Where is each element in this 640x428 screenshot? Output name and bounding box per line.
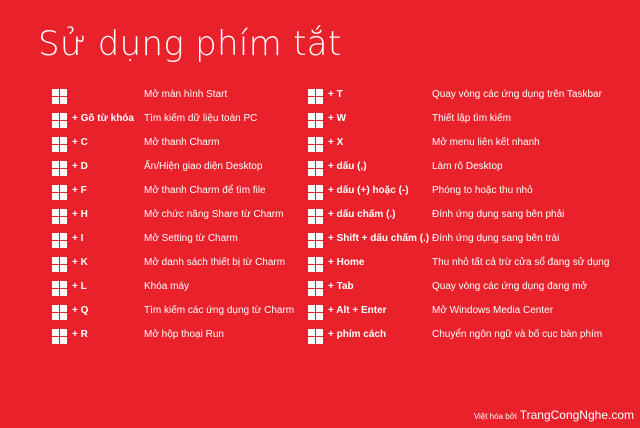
shortcut-row: + Q Tìm kiếm các ứng dụng từ Charm [52,302,352,326]
shortcut-key: + Gõ từ khóa [72,113,134,124]
shortcut-row: + Tab Quay vòng các ứng dụng đang mở [308,278,608,302]
windows-logo-icon [52,113,67,128]
credit-prefix: Việt hóa bởi [473,412,517,421]
shortcut-row: + Alt + Enter Mở Windows Media Center [308,302,608,326]
shortcut-description: Khóa máy [144,281,190,292]
windows-logo-icon [308,329,323,344]
credit: Việt hóa bởi TrangCongNghe.com [474,408,634,422]
shortcut-row: + W Thiết lập tìm kiếm [308,110,608,134]
right-shortcut-list: + T Quay vòng các ứng dụng trên Taskbar + … [308,86,610,350]
windows-logo-icon [308,89,323,104]
shortcut-row: + Home Thu nhỏ tất cả trừ cửa sổ đang sử … [308,254,610,278]
windows-logo-icon [52,329,67,344]
page-title: Sử dụng phím tắt [38,24,342,64]
shortcut-row: + X Mở menu liên kết nhanh [308,134,608,158]
shortcut-row: + K Mở danh sách thiết bị từ Charm [52,254,352,278]
shortcut-description: Tìm kiếm các ứng dụng từ Charm [144,305,295,316]
windows-logo-icon [52,209,67,224]
shortcut-description: Mở chức năng Share từ Charm [144,209,284,220]
shortcut-key: + I [72,233,84,244]
shortcut-key: + dấu (+) hoặc (-) [328,185,409,196]
shortcut-description: Chuyển ngôn ngữ và bố cục bàn phím [432,329,603,340]
shortcut-key: + L [72,281,87,292]
shortcut-row: + Gõ từ khóa Tìm kiếm dữ liệu toàn PC [52,110,352,134]
shortcut-description: Quay vòng các ứng dụng trên Taskbar [432,89,602,100]
shortcut-key: + phím cách [328,329,387,340]
windows-logo-icon [308,281,323,296]
shortcut-key: + Tab [328,281,354,292]
shortcut-key: + K [72,257,88,268]
shortcut-key: + D [72,161,88,172]
shortcut-row: + D Ẩn/Hiện giao diện Desktop [52,158,352,182]
shortcut-key: + C [72,137,88,148]
shortcut-key: + Shift + dấu chấm (.) [328,233,430,244]
windows-logo-icon [52,137,67,152]
windows-logo-icon [52,161,67,176]
shortcut-key: + T [328,89,343,100]
windows-logo-icon [52,233,67,248]
windows-logo-icon [52,89,67,104]
shortcut-key: + Alt + Enter [328,305,387,316]
windows-logo-icon [52,185,67,200]
shortcut-description: Mở danh sách thiết bị từ Charm [144,257,286,268]
shortcut-description: Mở thanh Charm để tìm file [144,185,266,196]
shortcut-description: Quay vòng các ứng dụng đang mở [432,281,588,292]
windows-logo-icon [308,161,323,176]
shortcut-row: + F Mở thanh Charm để tìm file [52,182,352,206]
shortcut-row: + H Mở chức năng Share từ Charm [52,206,352,230]
windows-logo-icon [308,305,323,320]
shortcut-row: + R Mở hộp thoại Run [52,326,352,350]
windows-logo-icon [52,257,67,272]
shortcut-row: + dấu chấm (.) Đính ứng dụng sang bên phả… [308,206,608,230]
shortcut-description: Mở màn hình Start [144,89,228,100]
shortcut-description: Thu nhỏ tất cả trừ cửa sổ đang sử dụng [432,257,610,268]
windows-logo-icon [308,233,323,248]
shortcut-key: + X [328,137,344,148]
credit-site: TrangCongNghe.com [519,408,634,422]
shortcut-description: Đính ứng dụng sang bên phải [432,209,565,220]
shortcut-description: Làm rõ Desktop [432,161,503,172]
shortcut-row: + T Quay vòng các ứng dụng trên Taskbar [308,86,608,110]
shortcut-description: Mở Setting từ Charm [144,233,238,244]
windows-logo-icon [308,185,323,200]
shortcut-description: Mở hộp thoại Run [144,329,224,340]
windows-logo-icon [308,257,323,272]
windows-logo-icon [308,113,323,128]
shortcut-row: + Shift + dấu chấm (.) Đính ứng dụng sang… [308,230,608,254]
windows-logo-icon [308,209,323,224]
shortcut-key: + H [72,209,88,220]
shortcut-key: + Home [328,257,365,268]
shortcut-row: + phím cách Chuyển ngôn ngữ và bố cục bàn… [308,326,608,350]
shortcut-key: + Q [72,305,89,316]
shortcut-description: Phóng to hoặc thu nhỏ [432,185,533,196]
windows-logo-icon [52,281,67,296]
shortcut-description: Mở thanh Charm [144,137,220,148]
shortcut-description: Đính ứng dụng sang bên trái [432,233,560,244]
left-shortcut-list: Mở màn hình Start + Gõ từ khóa Tìm kiếm dữ… [52,86,352,350]
shortcut-key: + W [328,113,347,124]
shortcut-description: Thiết lập tìm kiếm [432,113,511,124]
shortcut-key: + F [72,185,87,196]
shortcut-row: + C Mở thanh Charm [52,134,352,158]
shortcut-description: Mở menu liên kết nhanh [432,137,540,148]
shortcut-row: Mở màn hình Start [52,86,352,110]
shortcut-key: + dấu (,) [328,161,367,172]
shortcut-description: Ẩn/Hiện giao diện Desktop [144,161,263,172]
windows-logo-icon [308,137,323,152]
shortcut-description: Mở Windows Media Center [432,305,554,316]
shortcut-row: + dấu (+) hoặc (-) Phóng to hoặc thu nhỏ [308,182,608,206]
shortcut-description: Tìm kiếm dữ liệu toàn PC [144,113,258,124]
shortcut-key: + dấu chấm (.) [328,209,396,220]
shortcut-key: + R [72,329,88,340]
shortcut-row: + L Khóa máy [52,278,352,302]
windows-logo-icon [52,305,67,320]
shortcut-row: + I Mở Setting từ Charm [52,230,352,254]
shortcut-row: + dấu (,) Làm rõ Desktop [308,158,608,182]
